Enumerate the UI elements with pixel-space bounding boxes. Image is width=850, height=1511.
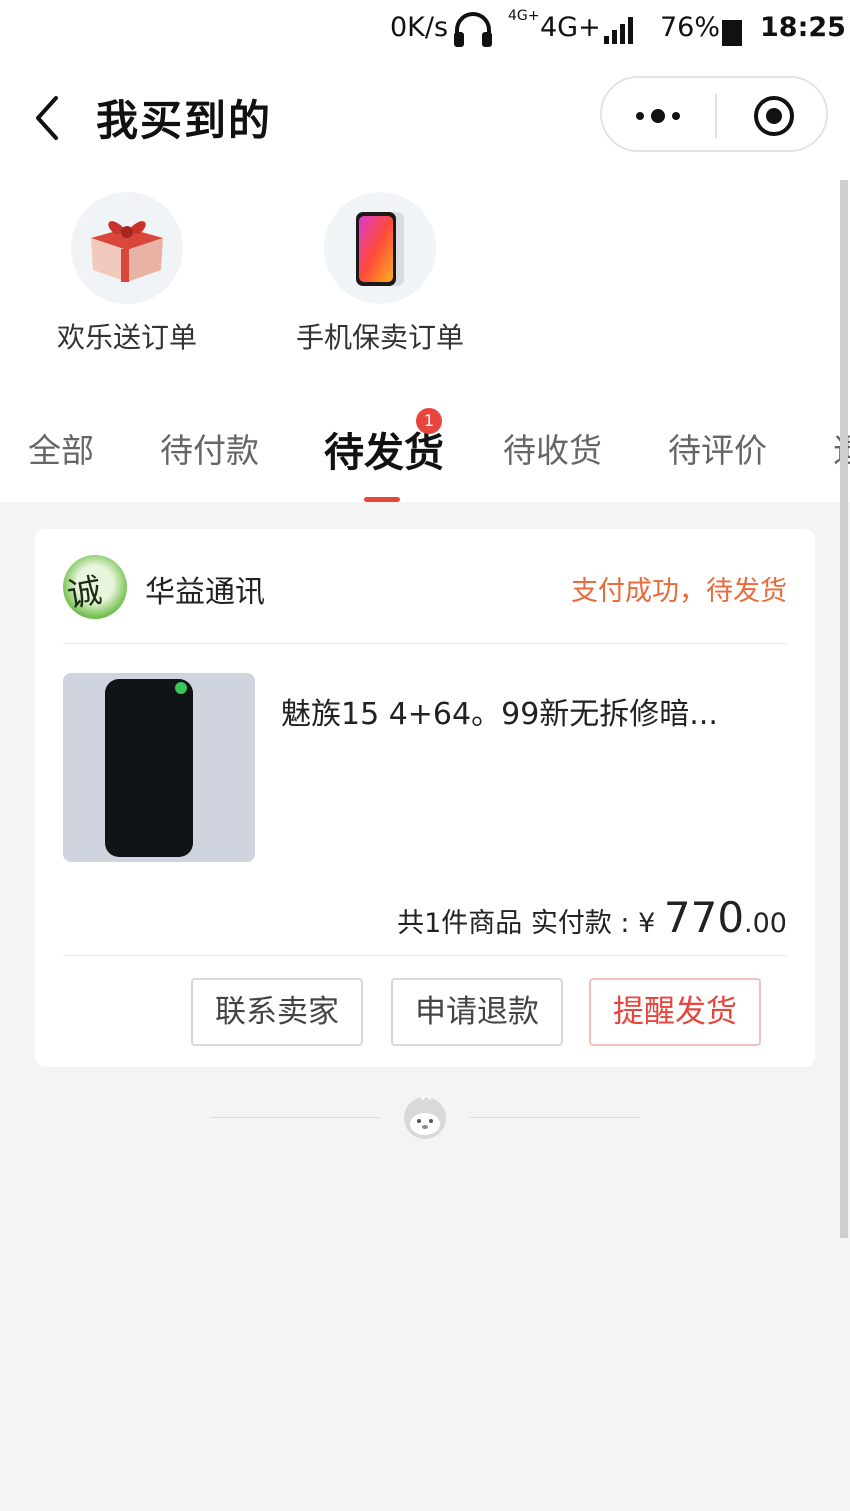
entry-phone-resale-orders[interactable]: 手机保卖订单 <box>270 192 490 356</box>
nav-header: 我买到的 <box>0 62 850 172</box>
active-tab-indicator <box>364 497 400 502</box>
request-refund-button[interactable]: 申请退款 <box>391 978 563 1046</box>
order-status: 支付成功，待发货 <box>571 576 787 607</box>
signal-icon <box>602 14 640 53</box>
shop-avatar-text: 诚信 <box>64 570 113 619</box>
end-divider-right <box>470 1117 640 1118</box>
tab-pending-receipt[interactable]: 待收货 <box>503 424 602 472</box>
status-bar: 0K/s 4G+ 4G+ 76% 18:25 <box>0 0 850 62</box>
network-small-label: 4G+ <box>508 8 540 24</box>
back-icon[interactable] <box>30 92 70 142</box>
page-title: 我买到的 <box>96 96 273 145</box>
headset-icon <box>452 10 494 57</box>
product-title[interactable]: 魅族15 4+64。99新无拆修暗... <box>281 689 718 733</box>
divider <box>63 955 787 956</box>
more-icon[interactable] <box>632 98 688 134</box>
camera-dot <box>175 682 187 694</box>
battery-percent: 76% <box>660 12 721 43</box>
tab-all[interactable]: 全部 <box>28 424 94 472</box>
mini-program-capsule <box>600 76 828 152</box>
product-phone-image <box>105 679 193 857</box>
target-icon[interactable] <box>752 94 796 138</box>
tab-badge: 1 <box>416 408 442 434</box>
clock: 18:25 <box>760 12 846 43</box>
order-summary: 共1件商品 实付款 : ¥ 770.00 <box>397 893 787 942</box>
network-speed: 0K/s <box>390 12 449 43</box>
price-decimal: .00 <box>744 908 787 939</box>
network-indicator: 4G+ 4G+ <box>508 8 601 43</box>
entry-label: 欢乐送订单 <box>56 321 197 354</box>
mascot-icon <box>400 1094 450 1140</box>
price-integer: 770 <box>663 893 745 942</box>
order-type-entries: 欢乐送订单 手机保卖订单 <box>0 172 850 382</box>
shop-name[interactable]: 华益通讯 <box>145 567 265 611</box>
contact-seller-button[interactable]: 联系卖家 <box>191 978 363 1046</box>
phone-icon <box>324 192 436 304</box>
divider <box>63 643 787 644</box>
summary-prefix: 共1件商品 实付款 : ¥ <box>397 908 664 939</box>
entry-happy-delivery-orders[interactable]: 欢乐送订单 <box>17 192 237 356</box>
end-divider-left <box>210 1117 380 1118</box>
gift-icon <box>71 192 183 304</box>
entry-label: 手机保卖订单 <box>295 321 464 354</box>
battery-icon <box>722 20 742 46</box>
tab-pending-review[interactable]: 待评价 <box>668 424 767 472</box>
order-status-tabs: 全部 待付款 待发货 1 待收货 待评价 退 <box>0 382 850 502</box>
capsule-divider <box>715 94 717 138</box>
tab-pending-payment[interactable]: 待付款 <box>160 424 259 472</box>
remind-shipment-button[interactable]: 提醒发货 <box>589 978 761 1046</box>
scrollbar[interactable] <box>840 180 848 1238</box>
network-label: 4G+ <box>540 12 601 43</box>
order-card[interactable]: 诚信 华益通讯 支付成功，待发货 魅族15 4+64。99新无拆修暗... 共1… <box>35 529 815 1067</box>
product-thumbnail[interactable] <box>63 673 255 862</box>
shop-avatar[interactable]: 诚信 <box>63 555 127 619</box>
